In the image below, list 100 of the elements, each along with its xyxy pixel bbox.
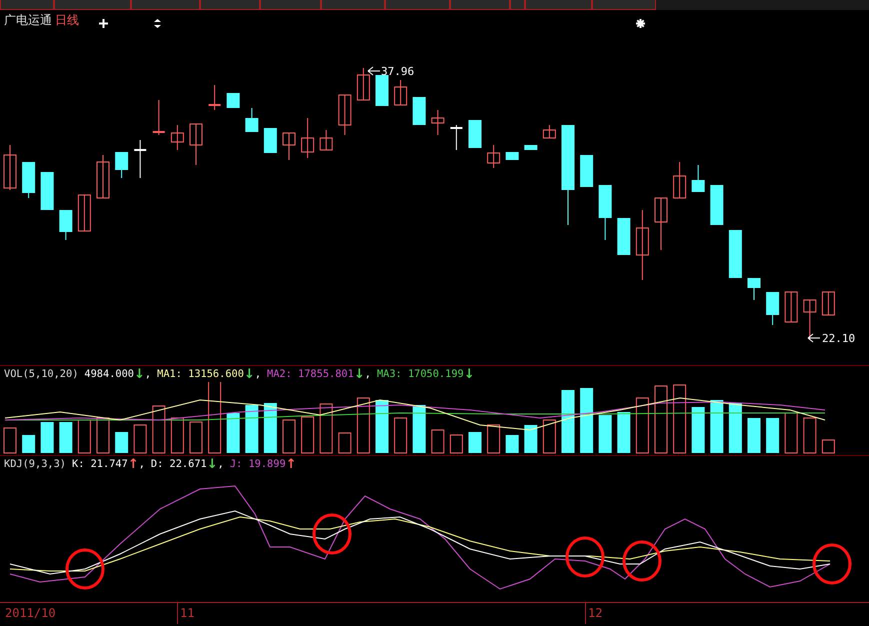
volume-bar: [636, 398, 649, 454]
highlight-circle: [812, 544, 852, 584]
candlestick: [208, 84, 221, 110]
menu-tab[interactable]: [510, 0, 525, 10]
volume-bar: [692, 407, 705, 453]
volume-bar: [506, 435, 519, 453]
highlight-circle: [622, 540, 662, 582]
candlestick: [78, 194, 91, 232]
volume-bar: [264, 403, 277, 453]
volume-bar: [542, 420, 556, 454]
low-price-label: 22.10: [822, 332, 856, 345]
candlestick: [22, 162, 36, 198]
trend-arrow: ↓: [134, 368, 145, 380]
candlestick: [40, 172, 54, 210]
trend-arrow: ↑: [286, 458, 297, 470]
candlestick: [115, 152, 128, 178]
candlestick: [506, 152, 519, 160]
separator: ,: [144, 368, 152, 380]
indicator-value: MA2: 17855.801: [267, 368, 354, 380]
period-label: 日线: [55, 12, 79, 28]
stock-name: 广电运通: [4, 12, 52, 28]
candlestick: [376, 74, 388, 106]
date-label: 11: [180, 606, 194, 620]
menu-tab[interactable]: [260, 0, 321, 10]
trend-arrow: ↓: [354, 368, 365, 380]
volume-bar: [152, 406, 166, 454]
volume-bar: [320, 404, 333, 454]
highlight-circle: [66, 548, 104, 590]
volume-bar: [301, 416, 314, 454]
menu-tab[interactable]: [0, 0, 54, 10]
candlestick: [784, 292, 798, 322]
volume-bar: [487, 424, 500, 454]
trend-arrow: ↓: [206, 458, 218, 470]
volume-bar: [524, 425, 538, 453]
candlestick: [542, 124, 556, 138]
volume-bar: [134, 424, 147, 454]
candlestick: [226, 92, 240, 108]
trend-arrow: ↓: [464, 368, 475, 380]
indicator-value: J: 19.899: [230, 458, 286, 470]
volume-bar: [580, 388, 594, 453]
candlestick: [4, 144, 16, 190]
volume-bar: [96, 418, 110, 454]
volume-bar: [710, 400, 724, 453]
arrow-icon: [808, 334, 820, 342]
candlestick: [673, 162, 686, 198]
candlestick: [431, 110, 444, 136]
volume-bar: [766, 418, 780, 453]
volume-bar: [338, 432, 352, 454]
candlestick: [394, 80, 408, 106]
indicator-value: D: 22.671: [150, 458, 207, 470]
volume-bar: [376, 400, 388, 453]
menu-tab[interactable]: [131, 0, 200, 10]
candlestick: [748, 278, 760, 300]
volume-bar: [356, 398, 370, 454]
volume-bar: [468, 432, 482, 453]
separator: ,: [364, 368, 371, 380]
menu-tab[interactable]: [200, 0, 260, 10]
trend-arrow: ↑: [128, 458, 139, 470]
volume-bar: [822, 440, 835, 454]
volume-bar: [208, 382, 222, 454]
candlestick: [654, 198, 668, 250]
candlestick: [524, 144, 538, 150]
menu-tab[interactable]: [54, 0, 131, 10]
separator: ,: [254, 368, 262, 380]
candlestick: [301, 118, 314, 158]
candlestick: [598, 184, 612, 240]
menu-tab[interactable]: [450, 0, 510, 10]
menu-tab[interactable]: [321, 0, 385, 10]
candlestick: [356, 68, 370, 100]
volume-bar: [170, 418, 184, 454]
double-arrow-icon: [154, 19, 161, 28]
volume-bar: [59, 422, 72, 453]
candlestick: [822, 292, 835, 316]
menu-tab[interactable]: [525, 0, 592, 10]
volume-bar: [226, 413, 240, 453]
candlestick: [580, 154, 594, 188]
star-marker-icon: [636, 19, 645, 28]
volume-bar: [412, 405, 426, 453]
candlestick: [468, 120, 482, 148]
volume-bar: [803, 418, 816, 454]
volume-bar: [22, 435, 36, 453]
candlestick: [245, 108, 258, 132]
volume-bar: [654, 386, 668, 454]
candlestick: [728, 230, 742, 278]
menu-tab[interactable]: [385, 0, 450, 10]
high-price-label: 37.96: [381, 65, 414, 78]
indicator-value: MA3: 17050.199: [376, 368, 464, 380]
volume-bar: [617, 412, 630, 453]
candlestick: [59, 210, 72, 240]
highlight-circle: [312, 514, 352, 554]
menu-tab[interactable]: [592, 0, 656, 10]
volume-bar: [78, 420, 91, 454]
candlestick: [170, 124, 184, 150]
date-label: 12: [588, 606, 602, 620]
volume-bar: [394, 418, 408, 454]
volume-bar: [450, 434, 463, 454]
candlestick: [766, 292, 780, 326]
candlestick: [710, 184, 724, 226]
candlestick: [692, 164, 705, 192]
candlestick: [412, 96, 426, 126]
